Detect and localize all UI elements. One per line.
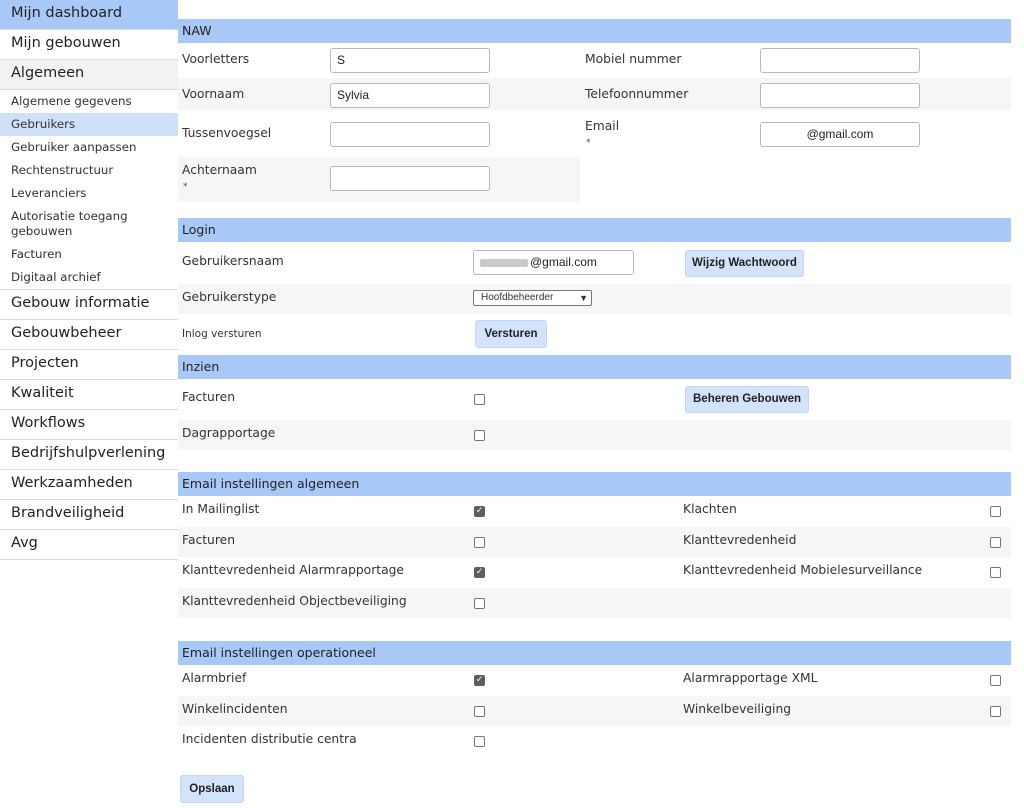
- opslaan-button[interactable]: Opslaan: [180, 775, 244, 803]
- email-label: Email: [585, 119, 620, 133]
- sidebar-item-mijn-gebouwen[interactable]: Mijn gebouwen: [0, 30, 178, 60]
- email-option-label: Klanttevredenheid: [683, 533, 797, 547]
- sidebar-item-mijn-dashboard[interactable]: Mijn dashboard: [0, 0, 178, 30]
- sidebar-item-werkzaamheden[interactable]: Werkzaamheden: [0, 470, 178, 500]
- email-option-checkbox[interactable]: [990, 675, 1001, 686]
- gebruikersnaam-label: Gebruikersnaam: [182, 254, 284, 268]
- chevron-down-icon: ▼: [579, 293, 588, 303]
- row-stripe: [178, 284, 1011, 314]
- section-header-email-operationeel: Email instellingen operationeel: [178, 641, 1011, 665]
- gebruikerstype-label: Gebruikerstype: [182, 290, 277, 304]
- achternaam-label: Achternaam: [182, 163, 257, 177]
- gebruikerstype-selected-value: Hoofdbeheerder: [481, 292, 554, 303]
- tussenvoegsel-input[interactable]: [330, 122, 490, 147]
- email-option-label: Klanttevredenheid Objectbeveiliging: [182, 594, 407, 608]
- voornaam-input[interactable]: Sylvia: [330, 83, 490, 108]
- voorletters-input[interactable]: S: [330, 48, 490, 73]
- email-option-label: Alarmrapportage XML: [683, 671, 818, 685]
- section-header-inzien: Inzien: [178, 355, 1011, 379]
- email-option-checkbox[interactable]: [474, 598, 485, 609]
- email-option-checkbox[interactable]: ✓: [474, 567, 485, 578]
- wijzig-wachtwoord-button[interactable]: Wijzig Wachtwoord: [685, 250, 804, 277]
- required-marker: *: [183, 182, 188, 192]
- mobiel-nummer-input[interactable]: [760, 48, 920, 73]
- email-option-checkbox[interactable]: ✓: [474, 675, 485, 686]
- email-option-label: Facturen: [182, 533, 235, 547]
- beheren-gebouwen-button[interactable]: Beheren Gebouwen: [685, 386, 809, 413]
- gebruikersnaam-domain: @gmail.com: [530, 255, 597, 269]
- achternaam-input[interactable]: [330, 166, 490, 191]
- email-option-checkbox[interactable]: [474, 736, 485, 747]
- sidebar-subitem-facturen[interactable]: Facturen: [0, 243, 178, 266]
- sidebar-item-projecten[interactable]: Projecten: [0, 350, 178, 380]
- sidebar-subitem-gebruiker-aanpassen[interactable]: Gebruiker aanpassen: [0, 136, 178, 159]
- check-icon: ✓: [475, 506, 484, 516]
- row-stripe: [178, 696, 1011, 726]
- email-option-checkbox[interactable]: [990, 506, 1001, 517]
- email-option-label: Winkelbeveiliging: [683, 702, 792, 716]
- sidebar-subitem-gebruikers[interactable]: Gebruikers: [0, 113, 178, 136]
- row-stripe: [178, 420, 1011, 450]
- required-marker: *: [586, 138, 591, 148]
- check-icon: ✓: [475, 567, 484, 577]
- email-option-label: Incidenten distributie centra: [182, 732, 357, 746]
- email-option-label: Klanttevredenheid Alarmrapportage: [182, 563, 404, 577]
- telefoonnummer-input[interactable]: [760, 83, 920, 108]
- tussenvoegsel-label: Tussenvoegsel: [182, 126, 272, 140]
- sidebar-item-brandveiligheid[interactable]: Brandveiligheid: [0, 500, 178, 530]
- email-option-label: Alarmbrief: [182, 671, 247, 685]
- row-stripe: [178, 527, 1011, 557]
- section-header-naw: NAW: [178, 19, 1011, 43]
- sidebar-subitem-digitaal-archief[interactable]: Digitaal archief: [0, 266, 178, 289]
- sidebar-item-bedrijfshulpverlening[interactable]: Bedrijfshulpverlening: [0, 440, 178, 470]
- email-option-checkbox[interactable]: [474, 537, 485, 548]
- sidebar-item-gebouw-informatie[interactable]: Gebouw informatie: [0, 290, 178, 320]
- versturen-button[interactable]: Versturen: [475, 320, 547, 348]
- inzien-facturen-label: Facturen: [182, 390, 235, 404]
- sidebar-subitem-leveranciers[interactable]: Leveranciers: [0, 182, 178, 205]
- inzien-facturen-checkbox[interactable]: [474, 394, 485, 405]
- voornaam-label: Voornaam: [182, 87, 245, 101]
- email-option-checkbox[interactable]: [474, 706, 485, 717]
- email-option-checkbox[interactable]: [990, 706, 1001, 717]
- sidebar: Mijn dashboard Mijn gebouwen Algemeen Alge…: [0, 0, 178, 808]
- sidebar-subitem-algemene-gegevens[interactable]: Algemene gegevens: [0, 90, 178, 113]
- email-option-checkbox[interactable]: ✓: [474, 506, 485, 517]
- email-option-checkbox[interactable]: [990, 537, 1001, 548]
- dagrapportage-label: Dagrapportage: [182, 426, 276, 440]
- sidebar-item-algemeen[interactable]: Algemeen: [0, 60, 178, 90]
- gebruikerstype-select[interactable]: Hoofdbeheerder ▼: [473, 290, 592, 306]
- sidebar-item-kwaliteit[interactable]: Kwaliteit: [0, 380, 178, 410]
- email-option-checkbox[interactable]: [990, 567, 1001, 578]
- inlog-versturen-label: Inlog versturen: [182, 328, 262, 340]
- email-input[interactable]: @gmail.com: [760, 122, 920, 147]
- email-option-label: In Mailinglist: [182, 502, 260, 516]
- mobiel-nummer-label: Mobiel nummer: [585, 52, 682, 66]
- sidebar-item-gebouwbeheer[interactable]: Gebouwbeheer: [0, 320, 178, 350]
- masked-username: [480, 258, 528, 267]
- section-header-email-algemeen: Email instellingen algemeen: [178, 472, 1011, 496]
- email-option-label: Winkelincidenten: [182, 702, 288, 716]
- dagrapportage-checkbox[interactable]: [474, 430, 485, 441]
- section-header-login: Login: [178, 218, 1011, 242]
- sidebar-item-workflows[interactable]: Workflows: [0, 410, 178, 440]
- voorletters-label: Voorletters: [182, 52, 250, 66]
- email-option-label: Klanttevredenheid Mobielesurveillance: [683, 563, 923, 577]
- check-icon: ✓: [475, 675, 484, 685]
- gebruikersnaam-input[interactable]: @gmail.com: [473, 250, 634, 275]
- sidebar-subitem-autorisatie-toegang-gebouwen[interactable]: Autorisatie toegang gebouwen: [0, 205, 178, 243]
- sidebar-subitem-rechtenstructuur[interactable]: Rechtenstructuur: [0, 159, 178, 182]
- telefoonnummer-label: Telefoonnummer: [585, 87, 689, 101]
- sidebar-item-avg[interactable]: Avg: [0, 530, 178, 560]
- email-option-label: Klachten: [683, 502, 737, 516]
